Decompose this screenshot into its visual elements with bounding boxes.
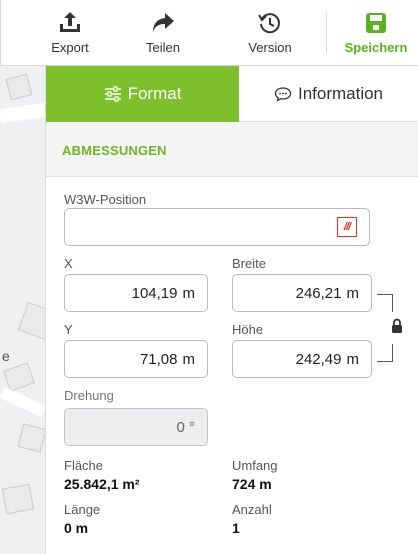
rotation-value: 0 ° <box>176 418 195 436</box>
rotation-label: Drehung <box>64 388 114 403</box>
share-arrow-icon <box>153 13 174 32</box>
x-label: X <box>64 256 73 271</box>
height-input[interactable]: 242,49 m <box>232 340 372 378</box>
history-icon <box>258 13 280 34</box>
lock-icon[interactable] <box>390 318 404 334</box>
aspect-link-bracket-top <box>377 294 393 312</box>
share-button[interactable]: Teilen <box>123 0 203 66</box>
map-road <box>0 386 45 418</box>
w3w-input[interactable]: /// <box>64 208 370 246</box>
export-button[interactable]: Export <box>30 0 110 66</box>
height-label: Höhe <box>232 322 264 337</box>
height-unit: m <box>346 350 360 368</box>
area-label: Fläche <box>64 458 104 473</box>
map-canvas[interactable]: e <box>0 66 46 554</box>
w3w-label: W3W-Position <box>64 192 147 207</box>
width-value: 246,21 <box>295 284 342 302</box>
map-building <box>5 73 33 101</box>
export-label: Export <box>51 40 89 55</box>
tab-format[interactable]: Format <box>46 66 239 122</box>
length-value: 0 m <box>64 520 89 536</box>
x-input[interactable]: 104,19 m <box>64 274 208 312</box>
section-header[interactable]: ABMESSUNGEN <box>46 122 418 177</box>
map-building <box>17 423 45 453</box>
length-label: Länge <box>64 502 101 517</box>
tab-information[interactable]: Information <box>239 66 418 122</box>
share-label: Teilen <box>146 40 180 55</box>
aspect-link-bracket-bottom <box>377 344 393 362</box>
tab-format-label: Format <box>127 84 182 103</box>
y-value: 71,08 <box>139 350 178 368</box>
perimeter-label: Umfang <box>232 458 278 473</box>
format-panel: ABMESSUNGEN W3W-Position /// X 104,19 m … <box>46 122 418 554</box>
export-icon <box>60 12 80 32</box>
width-label: Breite <box>232 256 266 271</box>
what3words-icon[interactable]: /// <box>337 217 357 237</box>
save-button[interactable]: Speichern <box>333 0 418 66</box>
version-button[interactable]: Version <box>230 0 310 66</box>
save-icon <box>366 13 386 33</box>
map-building <box>17 301 45 341</box>
toolbar-divider <box>326 12 327 54</box>
y-label: Y <box>64 322 73 337</box>
count-label: Anzahl <box>232 502 272 517</box>
width-input[interactable]: 246,21 m <box>232 274 372 312</box>
save-label: Speichern <box>344 40 408 55</box>
area-value: 25.842,1 m² <box>64 476 140 492</box>
y-input[interactable]: 71,08 m <box>64 340 208 378</box>
height-value: 242,49 <box>295 350 342 368</box>
x-value: 104,19 <box>131 284 178 302</box>
map-road <box>0 102 45 124</box>
map-label: e <box>2 348 10 364</box>
tab-information-label: Information <box>297 83 384 103</box>
speech-bubble-icon <box>274 86 292 102</box>
map-building <box>1 483 35 515</box>
panel-tabs: Format Information <box>46 66 418 122</box>
rotation-input: 0 ° <box>64 408 208 446</box>
width-unit: m <box>346 284 360 302</box>
sliders-icon <box>104 86 121 102</box>
perimeter-value: 724 m <box>232 476 272 492</box>
x-unit: m <box>182 284 196 302</box>
count-value: 1 <box>232 520 240 536</box>
toolbar: Export Teilen Version Speichern <box>0 0 418 66</box>
y-unit: m <box>182 350 196 368</box>
version-label: Version <box>248 40 292 55</box>
section-title: ABMESSUNGEN <box>62 143 167 158</box>
